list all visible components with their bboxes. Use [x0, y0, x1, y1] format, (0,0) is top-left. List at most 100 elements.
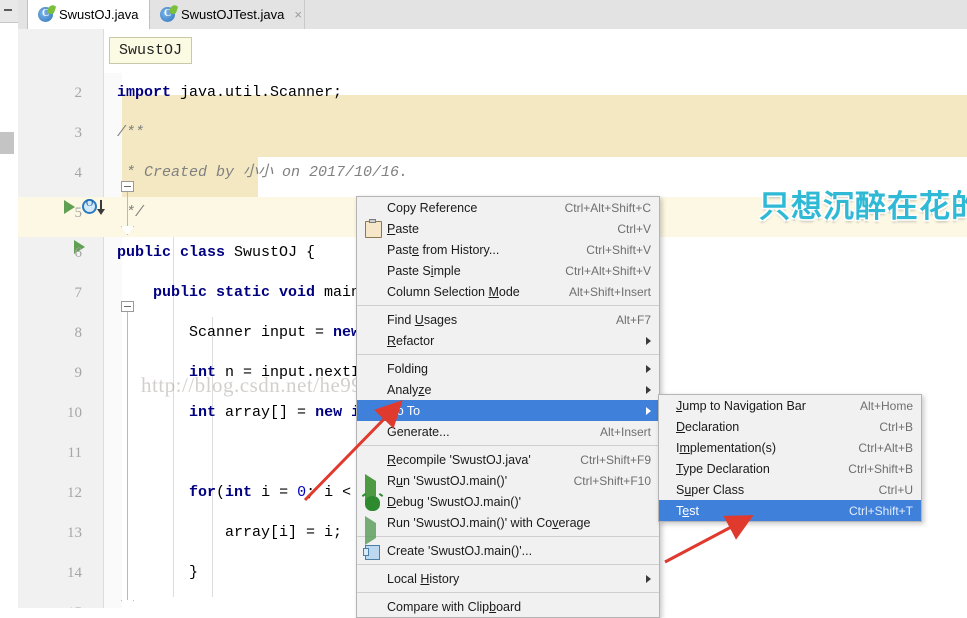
line-number: 9 [18, 353, 82, 393]
menu-item-label: Implementation(s) [676, 441, 776, 455]
code-text: * Created by 小小 on 2017/10/16. [117, 153, 408, 193]
menu-item-label: Declaration [676, 420, 739, 434]
menu-item-copy-reference[interactable]: Copy ReferenceCtrl+Alt+Shift+C [357, 197, 659, 218]
chevron-right-icon [646, 365, 651, 373]
menu-separator [357, 592, 659, 593]
menu-item-label: Recompile 'SwustOJ.java' [387, 453, 531, 467]
menu-item-label: Run 'SwustOJ.main()' with Coverage [387, 516, 590, 530]
line-number: 8 [18, 313, 82, 353]
menu-item-shortcut: Ctrl+Shift+F9 [566, 453, 651, 467]
menu-item-analyze[interactable]: Analyze [357, 379, 659, 400]
tab-swustoj-java[interactable]: C SwustOJ.java × [27, 0, 150, 29]
menu-item-label: Run 'SwustOJ.main()' [387, 474, 507, 488]
submenu-item-test[interactable]: TestCtrl+Shift+T [659, 500, 921, 521]
menu-item-run-swustoj-main-with-coverage[interactable]: Run 'SwustOJ.main()' with Coverage [357, 512, 659, 533]
menu-item-refactor[interactable]: Refactor [357, 330, 659, 351]
menu-item-shortcut: Ctrl+V [603, 222, 651, 236]
minimize-dash-icon[interactable] [4, 9, 12, 11]
breadcrumb-swustoj[interactable]: SwustOJ [109, 37, 192, 64]
menu-item-shortcut: Alt+Insert [586, 425, 651, 439]
menu-item-label: Paste from History... [387, 243, 499, 257]
code-text: } [117, 553, 198, 593]
code-line[interactable]: 2import java.util.Scanner; [18, 73, 967, 113]
menu-item-label: Super Class [676, 483, 744, 497]
menu-item-create-swustoj-main[interactable]: Create 'SwustOJ.main()'... [357, 540, 659, 561]
debug-icon [365, 496, 380, 511]
chevron-right-icon [646, 337, 651, 345]
menu-item-shortcut: Alt+Home [846, 399, 913, 413]
menu-item-label: Column Selection Mode [387, 285, 520, 299]
menu-item-label: Paste [387, 222, 419, 236]
menu-item-shortcut: Alt+Shift+Insert [555, 285, 651, 299]
menu-item-shortcut: Ctrl+Shift+T [835, 504, 913, 518]
submenu-item-implementation-s[interactable]: Implementation(s)Ctrl+Alt+B [659, 437, 921, 458]
menu-item-label: Find Usages [387, 313, 457, 327]
menu-item-label: Type Declaration [676, 462, 770, 476]
menu-item-label: Generate... [387, 425, 450, 439]
chevron-right-icon [646, 386, 651, 394]
menu-separator [357, 305, 659, 306]
line-number: 4 [18, 153, 82, 193]
menu-item-shortcut: Ctrl+Alt+Shift+C [551, 201, 651, 215]
line-number: 10 [18, 393, 82, 433]
line-number: 13 [18, 513, 82, 553]
breadcrumb-bar: SwustOJ [18, 29, 967, 74]
code-text: array[i] = i; [117, 513, 342, 553]
line-number: 15 [18, 593, 82, 608]
submenu-item-type-declaration[interactable]: Type DeclarationCtrl+Shift+B [659, 458, 921, 479]
menu-item-debug-swustoj-main[interactable]: Debug 'SwustOJ.main()' [357, 491, 659, 512]
line-number: 5 [18, 193, 82, 233]
menu-item-shortcut: Ctrl+Shift+F10 [560, 474, 651, 488]
menu-item-label: Analyze [387, 383, 431, 397]
code-text: */ [117, 193, 144, 233]
left-tool-strip [0, 0, 18, 608]
menu-item-find-usages[interactable]: Find Usages Alt+F7 [357, 309, 659, 330]
menu-item-label: Go To [387, 404, 420, 418]
menu-separator [357, 564, 659, 565]
menu-item-paste[interactable]: Paste Ctrl+V [357, 218, 659, 239]
menu-item-compare-with-clipboard[interactable]: Compare with Clipboard [357, 596, 659, 617]
ide-window: C SwustOJ.java × C SwustOJTest.java × Sw… [0, 0, 967, 608]
chevron-right-icon [646, 407, 651, 415]
submenu-item-super-class[interactable]: Super Class Ctrl+U [659, 479, 921, 500]
code-line[interactable]: 3 /** [18, 113, 967, 153]
menu-item-column-selection-mode[interactable]: Column Selection Mode Alt+Shift+Insert [357, 281, 659, 302]
menu-item-folding[interactable]: Folding [357, 358, 659, 379]
editor-context-menu[interactable]: Copy ReferenceCtrl+Alt+Shift+C Paste Ctrl+… [356, 196, 660, 618]
menu-item-generate[interactable]: Generate... Alt+Insert [357, 421, 659, 442]
tab-label: SwustOJ.java [59, 7, 138, 22]
menu-separator [357, 536, 659, 537]
left-strip-marker [0, 132, 14, 154]
line-number: 12 [18, 473, 82, 513]
menu-item-go-to[interactable]: Go To [357, 400, 659, 421]
menu-item-label: Debug 'SwustOJ.main()' [387, 495, 521, 509]
submenu-item-declaration[interactable]: Declaration Ctrl+B [659, 416, 921, 437]
line-number: 2 [18, 73, 82, 113]
menu-item-local-history[interactable]: Local History [357, 568, 659, 589]
menu-item-shortcut: Ctrl+Shift+V [572, 243, 651, 257]
menu-item-shortcut: Alt+F7 [602, 313, 651, 327]
menu-item-shortcut: Ctrl+U [865, 483, 913, 497]
go-to-submenu[interactable]: Jump to Navigation Bar Alt+Home Declaratio… [658, 394, 922, 522]
breadcrumb-gutter-pad [18, 29, 104, 73]
line-number: 3 [18, 113, 82, 153]
decorative-overlay-text: 只想沉醉在花的 [759, 181, 967, 226]
menu-item-label: Local History [387, 572, 459, 586]
line-number: 11 [18, 433, 82, 473]
paste-icon [365, 221, 382, 238]
menu-item-paste-from-history[interactable]: Paste from History... Ctrl+Shift+V [357, 239, 659, 260]
menu-item-recompile-swustoj-java[interactable]: Recompile 'SwustOJ.java' Ctrl+Shift+F9 [357, 449, 659, 470]
menu-item-run-swustoj-main[interactable]: Run 'SwustOJ.main()' Ctrl+Shift+F10 [357, 470, 659, 491]
menu-item-label: Refactor [387, 334, 434, 348]
tab-swustojtest-java[interactable]: C SwustOJTest.java × [150, 0, 305, 29]
menu-item-label: Paste Simple [387, 264, 461, 278]
line-number: 7 [18, 273, 82, 313]
menu-item-shortcut: Ctrl+B [865, 420, 913, 434]
line-number: 6 [18, 233, 82, 273]
menu-item-label: Jump to Navigation Bar [676, 399, 806, 413]
close-icon[interactable]: × [294, 7, 302, 22]
submenu-item-jump-to-navigation-bar[interactable]: Jump to Navigation Bar Alt+Home [659, 395, 921, 416]
menu-item-paste-simple[interactable]: Paste SimpleCtrl+Alt+Shift+V [357, 260, 659, 281]
code-text: /** [117, 113, 144, 153]
menu-separator [357, 354, 659, 355]
